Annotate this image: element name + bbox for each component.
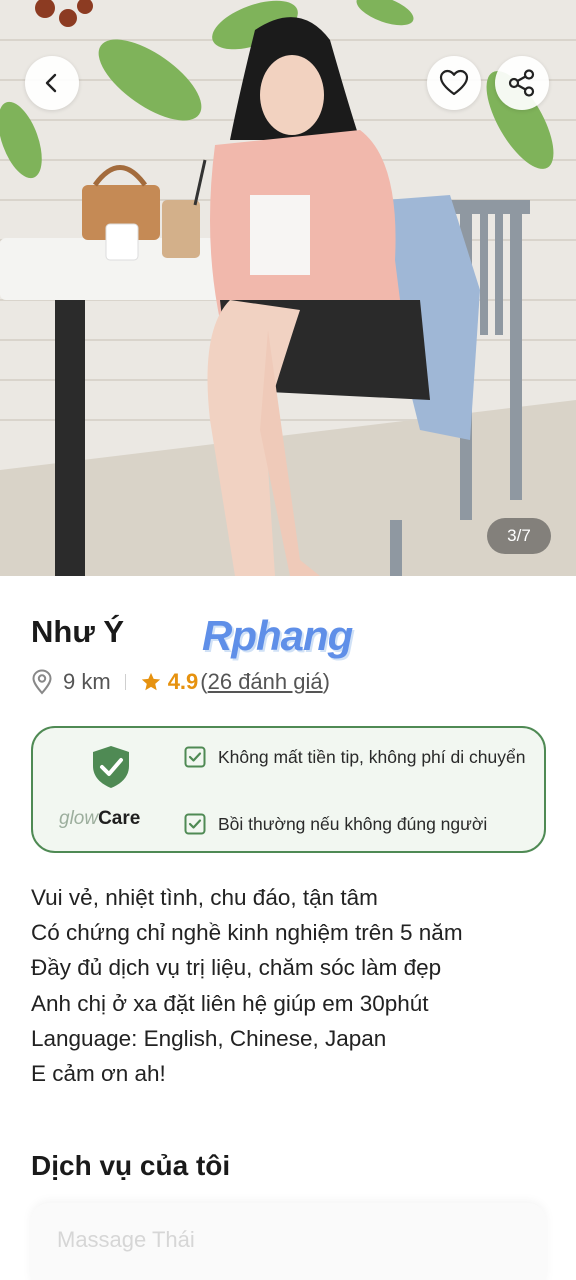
reviews-link[interactable]: (26 đánh giá) (200, 669, 330, 695)
shield-check-icon (93, 746, 129, 788)
heart-icon (439, 69, 469, 96)
checkbox-check-icon (184, 746, 206, 768)
share-button[interactable] (495, 56, 549, 110)
glow-care-wordmark: glowCare (59, 808, 140, 830)
reviews-paren-close: ) (322, 669, 330, 694)
chevron-left-icon (45, 73, 57, 93)
brand-watermark: Rphang (202, 612, 353, 660)
meta-divider (124, 674, 126, 690)
glow-care-logo: glowCare (59, 744, 169, 834)
glow-care-box: glowCare Không mất tiền tip, không phí d… (31, 726, 546, 853)
profile-photo[interactable]: 3/7 (0, 0, 576, 576)
checkbox-check-icon (184, 813, 206, 835)
care-benefit-text: Không mất tiền tip, không phí di chuyển (218, 746, 526, 767)
favorite-button[interactable] (427, 56, 481, 110)
bio-line: Anh chị ở xa đặt liên hệ giúp em 30phút (31, 990, 429, 1016)
services-title: Dịch vụ của tôi (31, 1150, 231, 1181)
care-benefit-no-tip: Không mất tiền tip, không phí di chuyển (184, 746, 525, 768)
therapist-name: Như Ý (31, 614, 125, 649)
location-pin-icon (32, 669, 52, 695)
care-benefit-text: Bồi thường nếu không đúng người (218, 813, 488, 834)
back-button[interactable] (25, 56, 79, 110)
share-icon (508, 69, 535, 97)
reviews-paren-open: ( (200, 669, 208, 694)
bio-line: Vui vẻ, nhiệt tình, chu đáo, tận tâm (31, 885, 378, 910)
service-name: Massage Thái (57, 1227, 195, 1252)
bio-text: Vui vẻ, nhiệt tình, chu đáo, tận tâm Có … (31, 880, 551, 1091)
bio-line: Language: English, Chinese, Japan (31, 1025, 387, 1051)
photo-scene (0, 0, 576, 576)
distance-label: 9 km (63, 669, 111, 694)
care-benefit-compensation: Bồi thường nếu không đúng người (184, 813, 487, 835)
bio-line: Có chứng chỉ nghề kinh nghiệm trên 5 năm (31, 920, 463, 946)
brand-watermark-text: Rphang (202, 612, 353, 659)
reviews-count: 26 đánh giá (207, 669, 323, 694)
profile-meta: 9 km 4.9 (26 đánh giá) (31, 666, 330, 698)
photo-counter: 3/7 (487, 518, 551, 554)
rating-value: 4.9 (167, 669, 199, 694)
bio-line: Đầy đủ dịch vụ trị liệu, chăm sóc làm đẹ… (31, 955, 442, 981)
service-card[interactable]: Massage Thái (31, 1203, 546, 1280)
glow-text: glow (59, 808, 99, 829)
star-icon (141, 672, 160, 691)
care-text: Care (98, 808, 141, 829)
bio-line: E cảm ơn ah! (31, 1061, 166, 1087)
